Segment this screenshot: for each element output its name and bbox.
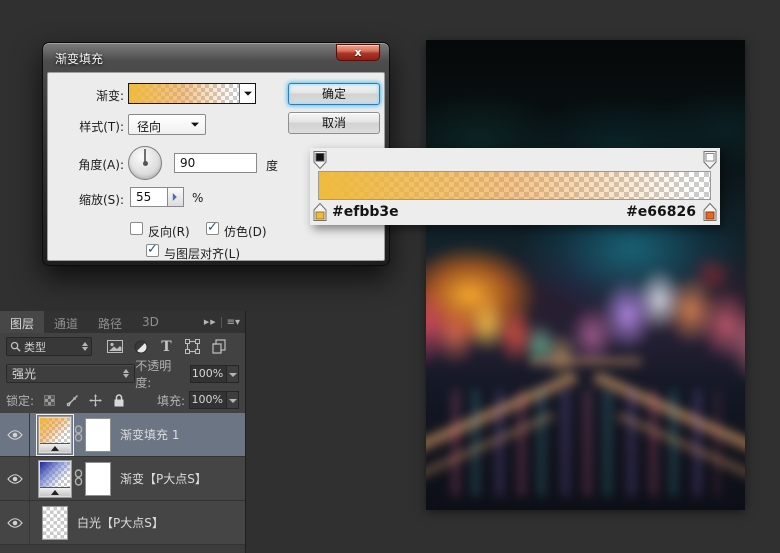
visibility-toggle[interactable] [0, 413, 30, 456]
layer-mask-thumbnail[interactable] [85, 461, 111, 496]
start-hex-label: #efbb3e [332, 204, 399, 220]
color-stop-end-icon[interactable] [702, 202, 718, 222]
tab-paths[interactable]: 路径 [88, 311, 132, 333]
gradient-fill-thumbnail[interactable] [38, 459, 72, 498]
photo-bridge [529, 357, 642, 367]
fill-value[interactable]: 100% [189, 391, 227, 409]
cancel-button[interactable]: 取消 [288, 112, 380, 134]
gradient-thumb-slider-icon [40, 486, 70, 496]
opacity-value[interactable]: 100% [190, 364, 228, 383]
dither-checkbox[interactable] [206, 220, 219, 235]
angle-unit: 度 [266, 159, 279, 173]
blend-spin-icon [123, 366, 130, 381]
opacity-dropdown-icon[interactable] [227, 364, 240, 383]
gradient-thumb-preview [40, 417, 70, 443]
filter-type-layers-icon[interactable]: T [158, 338, 175, 355]
layer-filter-row: 类型 T [0, 333, 245, 360]
gradient-dropdown-arrow-icon[interactable] [239, 83, 256, 104]
gradient-editor-strip: #efbb3e #e66826 [310, 148, 720, 225]
layer-thumbnail-transparent[interactable] [42, 505, 68, 540]
layer-row-gradient-fill-1[interactable]: 渐变填充 1 [0, 413, 245, 457]
scale-input[interactable] [130, 187, 168, 207]
angle-label: 角度(A): [78, 158, 124, 172]
link-mask-icon [74, 468, 83, 489]
lock-position-move-icon[interactable] [88, 393, 103, 408]
fill-dropdown-icon[interactable] [227, 391, 239, 409]
blend-mode-row: 强光 不透明度: 100% [0, 359, 245, 390]
gradient-bar[interactable] [318, 171, 711, 200]
blend-mode-value: 强光 [12, 367, 37, 381]
layer-list-empty-area [0, 545, 245, 553]
filter-smart-objects-icon[interactable] [210, 338, 227, 355]
opacity-label: 不透明度: [135, 358, 172, 390]
scale-unit: % [192, 191, 204, 205]
opacity-stop-end-icon[interactable] [702, 150, 718, 170]
layer-row-gradient-pdds[interactable]: 渐变【P大点S】 [0, 457, 245, 501]
angle-dial[interactable] [128, 146, 162, 180]
collapse-panel-icon[interactable]: ▶▶ [204, 318, 217, 326]
panel-menu-icon[interactable]: ≡▾ [220, 316, 240, 328]
layer-name: 渐变填充 1 [120, 428, 180, 442]
photo-water-reflections [452, 390, 719, 496]
gradient-thumb-preview [40, 461, 70, 487]
photo-art [426, 40, 745, 510]
filter-type-label: 类型 [24, 340, 46, 354]
reverse-checkbox[interactable] [130, 222, 143, 235]
filter-type-select[interactable]: 类型 [6, 337, 92, 356]
filter-shape-layers-icon[interactable] [184, 338, 201, 355]
tab-layers[interactable]: 图层 [0, 311, 45, 333]
tab-3d[interactable]: 3D [132, 311, 169, 333]
panel-tabbar: 图层 通道 路径 3D ▶▶ ≡▾ [0, 311, 245, 333]
filter-pixel-layers-icon[interactable] [106, 338, 123, 355]
lock-pixels-brush-icon[interactable] [65, 393, 80, 408]
eye-icon [6, 517, 23, 528]
eye-icon [6, 473, 23, 484]
dither-label: 仿色(D) [224, 225, 267, 239]
style-label: 样式(T): [79, 120, 124, 134]
align-with-layer-checkbox[interactable] [146, 242, 159, 257]
dialog-title: 渐变填充 [55, 52, 104, 66]
photoshop-workspace: 渐变填充 x 渐变: 确定 取消 样式(T): 径向 角度(A): 度 缩放(S… [0, 0, 780, 553]
tab-channels[interactable]: 通道 [44, 311, 88, 333]
link-mask-icon [74, 424, 83, 445]
chevron-down-icon [187, 115, 203, 134]
gradient-fill-thumbnail[interactable] [36, 413, 74, 456]
ok-button[interactable]: 确定 [288, 83, 380, 105]
lock-all-icon[interactable] [111, 393, 126, 408]
visibility-toggle[interactable] [0, 501, 30, 544]
gradient-thumb-slider-icon [40, 442, 70, 452]
visibility-toggle[interactable] [0, 457, 30, 500]
end-hex-label: #e66826 [626, 204, 696, 220]
scale-label: 缩放(S): [78, 193, 124, 207]
angle-input[interactable] [174, 153, 257, 173]
eye-icon [6, 429, 23, 440]
gradient-label: 渐变: [95, 89, 124, 103]
layer-list: 渐变填充 1 渐变【P大点S】 白光【P大点S】 [0, 413, 245, 553]
color-stop-start-icon[interactable] [312, 202, 328, 222]
lock-transparency-icon[interactable] [42, 393, 57, 408]
city-night-photo [426, 40, 745, 510]
layers-panel: 图层 通道 路径 3D ▶▶ ≡▾ 类型 T 强光 不透明度: 100% 锁定:… [0, 311, 246, 553]
lock-label: 锁定: [6, 393, 35, 408]
filter-adjustment-layers-icon[interactable] [132, 338, 149, 355]
search-icon [10, 341, 21, 352]
layer-row-white-light[interactable]: 白光【P大点S】 [0, 501, 245, 545]
close-button[interactable]: x [336, 44, 380, 61]
layer-name: 渐变【P大点S】 [120, 472, 207, 486]
opacity-stop-start-icon[interactable] [312, 150, 328, 170]
scale-spinner-icon[interactable] [168, 187, 184, 207]
style-value: 径向 [137, 120, 162, 134]
align-with-layer-label: 与图层对齐(L) [164, 247, 241, 261]
filter-spin-icon [82, 339, 88, 354]
reverse-label: 反向(R) [148, 225, 190, 239]
gradient-preview-swatch[interactable] [128, 83, 240, 104]
angle-dial-hub [142, 160, 148, 166]
blend-mode-select[interactable]: 强光 [6, 364, 136, 383]
layer-mask-thumbnail[interactable] [85, 417, 111, 452]
fill-label: 填充: [156, 393, 185, 408]
lock-row: 锁定: 填充: 100% [0, 387, 245, 413]
layer-name: 白光【P大点S】 [77, 516, 164, 530]
style-select[interactable]: 径向 [128, 114, 206, 135]
